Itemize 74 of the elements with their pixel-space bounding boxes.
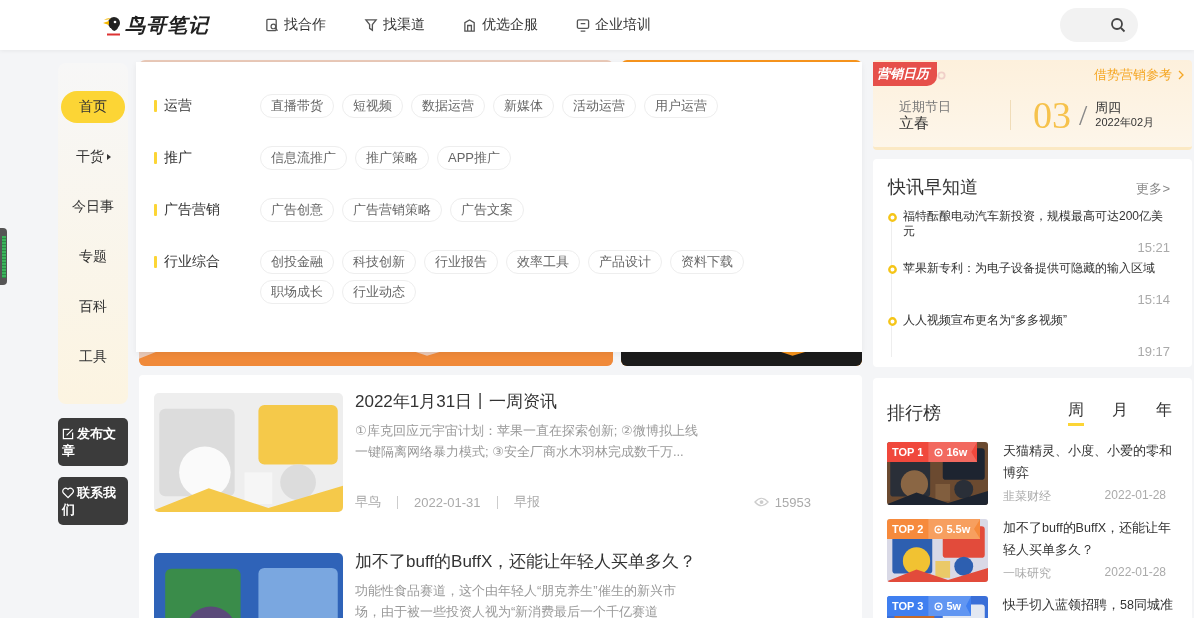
ranking-title[interactable]: 加不了buff的BuffX，还能让年轻人买单多久？ — [1003, 517, 1186, 561]
sidebar-button[interactable]: 发布文章 — [58, 418, 128, 466]
article-date: 2022-01-31 — [414, 494, 481, 510]
tag-chip[interactable]: 信息流推广 — [260, 146, 347, 170]
rank-label: TOP 1 — [891, 445, 925, 460]
nav-link[interactable]: 找合作 — [265, 16, 326, 34]
period-tab[interactable]: 周 — [1068, 400, 1084, 426]
view-count: 16w — [946, 445, 968, 460]
tag-chip[interactable]: 科技创新 — [342, 250, 416, 274]
nav-link[interactable]: 企业培训 — [576, 16, 651, 34]
nav-link[interactable]: 找渠道 — [364, 16, 425, 34]
tag-chip[interactable]: 活动运营 — [562, 94, 636, 118]
date-separator: / — [1079, 98, 1088, 132]
section-title: 快讯早知道 — [888, 176, 978, 199]
news-time: 15:21 — [1136, 239, 1170, 257]
article-date: 2022-01-28 — [1104, 565, 1166, 581]
nav-item[interactable]: 百科 — [61, 291, 125, 323]
news-headline[interactable]: 人人视频宣布更名为“多多视频” — [903, 313, 1170, 343]
weekday: 周四 — [1095, 100, 1123, 115]
nav-item[interactable]: 专题 — [61, 241, 125, 273]
sidebar-button[interactable]: 联系我们 — [58, 477, 128, 525]
rank-label: TOP 3 — [891, 599, 925, 614]
rank-label: TOP 2 — [891, 522, 925, 537]
tag-chip[interactable]: 产品设计 — [588, 250, 662, 274]
view-count: 15953 — [774, 494, 811, 510]
tag-chip[interactable]: 广告创意 — [260, 198, 334, 222]
nav-link[interactable]: 优选企服 — [463, 16, 538, 34]
tag-chip[interactable]: APP推广 — [437, 146, 511, 170]
period-tab[interactable]: 月 — [1112, 400, 1128, 426]
nav-item[interactable]: 干货 — [61, 141, 125, 173]
tag-chip[interactable]: 用户运营 — [644, 94, 718, 118]
article-title[interactable]: 2022年1月31日丨一周资讯 — [355, 391, 847, 413]
tag-chip[interactable]: 广告文案 — [450, 198, 524, 222]
calendar-badge: 营销日历 — [873, 62, 937, 86]
tag-chip[interactable]: 行业报告 — [424, 250, 498, 274]
calendar-month: 2022年02月 — [1095, 115, 1155, 130]
ranking-title[interactable]: 快手切入蓝领招聘，58同城准 — [1003, 594, 1186, 616]
view-count: 5w — [946, 599, 962, 614]
tag-chip[interactable]: 资料下载 — [670, 250, 744, 274]
article-author: 早鸟 — [355, 493, 381, 511]
category-label: 运营 — [164, 97, 192, 115]
section-title: 排行榜 — [887, 402, 941, 425]
tag-chip[interactable]: 效率工具 — [506, 250, 580, 274]
festival-label: 近期节日 — [899, 98, 951, 114]
article-date: 2022-01-28 — [1104, 488, 1166, 504]
tag-chip[interactable]: 数据运营 — [411, 94, 485, 118]
tag-chip[interactable]: 广告营销策略 — [342, 198, 442, 222]
category-label: 行业综合 — [164, 253, 220, 271]
article-source: 一味研究 — [1003, 565, 1051, 582]
calendar-day: 03 — [1033, 93, 1071, 137]
festival-name: 立春 — [899, 113, 930, 132]
article-source: 韭菜财经 — [1003, 488, 1051, 505]
tag-chip[interactable]: 行业动态 — [342, 280, 416, 304]
tag-chip[interactable]: 推广策略 — [355, 146, 429, 170]
news-time: 19:17 — [1136, 343, 1170, 361]
news-time: 15:14 — [1136, 291, 1170, 309]
news-headline[interactable]: 福特酝酿电动汽车新投资，规模最高可达200亿美元 — [903, 209, 1170, 239]
nav-item[interactable]: 工具 — [61, 341, 125, 373]
tag-chip[interactable]: 职场成长 — [260, 280, 334, 304]
tag-chip[interactable]: 创投金融 — [260, 250, 334, 274]
logo-text[interactable]: 鸟哥笔记 — [125, 11, 209, 39]
nav-item[interactable]: 首页 — [61, 91, 125, 123]
article-title[interactable]: 加不了buff的BuffX，还能让年轻人买单多久？ — [355, 551, 847, 573]
news-headline[interactable]: 苹果新专利：为电子设备提供可隐藏的输入区域 — [903, 261, 1170, 291]
category-label: 广告营销 — [164, 201, 220, 219]
nav-item[interactable]: 今日事 — [61, 191, 125, 223]
tag-chip[interactable]: 直播带货 — [260, 94, 334, 118]
tag-chip[interactable]: 新媒体 — [493, 94, 554, 118]
view-count: 5.5w — [946, 522, 971, 537]
category-label: 推广 — [164, 149, 192, 167]
more-link[interactable]: 更多> — [1136, 180, 1170, 198]
period-tab[interactable]: 年 — [1156, 400, 1172, 426]
ranking-title[interactable]: 天猫精灵、小度、小爱的零和博弈 — [1003, 440, 1186, 484]
tag-chip[interactable]: 短视频 — [342, 94, 403, 118]
